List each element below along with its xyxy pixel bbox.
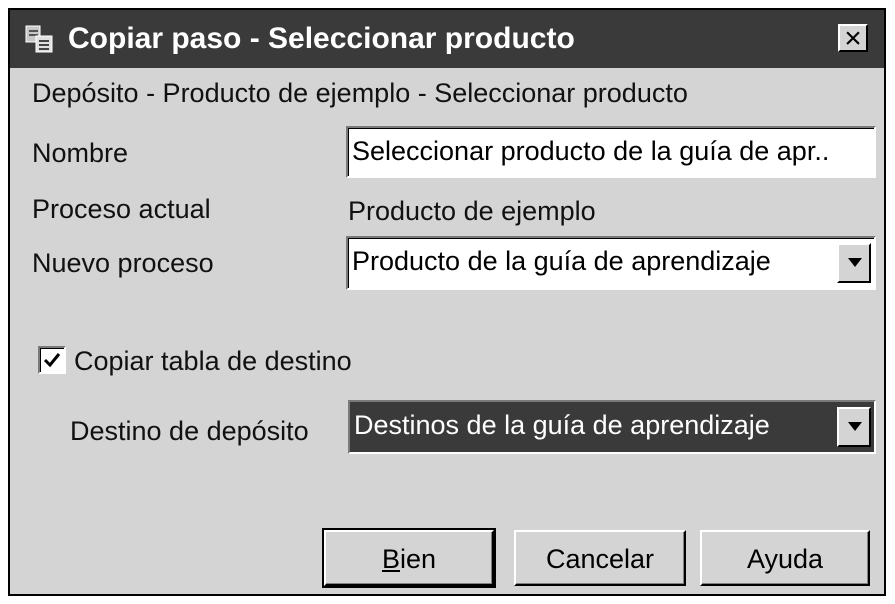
new-process-label: Nuevo proceso [32,248,214,278]
ok-button-label: Bien [326,542,492,576]
warehouse-target-select[interactable]: Destinos de la guía de aprendizaje [348,400,876,454]
copy-step-dialog: Copiar paso - Seleccionar producto × Dep… [8,8,886,596]
cancel-button[interactable]: Cancelar [514,530,686,586]
ok-label-rest: ien [399,544,437,574]
help-button-label: Ayuda [746,544,824,574]
copy-target-checkbox[interactable] [38,346,66,374]
new-process-value: Producto de la guía de aprendizaje [352,246,771,276]
copy-step-icon [24,24,54,54]
copy-target-label[interactable]: Copiar tabla de destino [74,344,352,378]
name-field[interactable]: Seleccionar producto de la guía de apr.. [346,126,876,178]
title-bar[interactable]: Copiar paso - Seleccionar producto × [10,10,884,68]
cancel-button-label: Cancelar [545,544,655,574]
new-process-dropdown-button[interactable] [837,243,871,283]
ok-mnemonic: B [381,544,400,574]
chevron-down-icon [848,258,862,267]
warehouse-target-dropdown-button[interactable] [837,407,871,447]
name-field-value: Seleccionar producto de la guía de apr.. [352,136,830,166]
current-process-label: Proceso actual [32,194,211,224]
ok-button[interactable]: Bien [322,528,496,588]
close-button[interactable]: × [838,22,868,55]
warehouse-target-label: Destino de depósito [70,416,309,446]
close-icon: × [844,22,862,55]
breadcrumb: Depósito - Producto de ejemplo - Selecci… [32,78,688,108]
chevron-down-icon [848,422,862,431]
current-process-value: Producto de ejemplo [348,196,596,226]
warehouse-target-value: Destinos de la guía de aprendizaje [354,410,770,440]
name-label: Nombre [32,138,129,168]
help-button[interactable]: Ayuda [700,530,870,586]
new-process-select[interactable]: Producto de la guía de aprendizaje [346,236,876,290]
window-title: Copiar paso - Seleccionar producto [68,22,575,55]
checkmark-icon [43,353,61,368]
